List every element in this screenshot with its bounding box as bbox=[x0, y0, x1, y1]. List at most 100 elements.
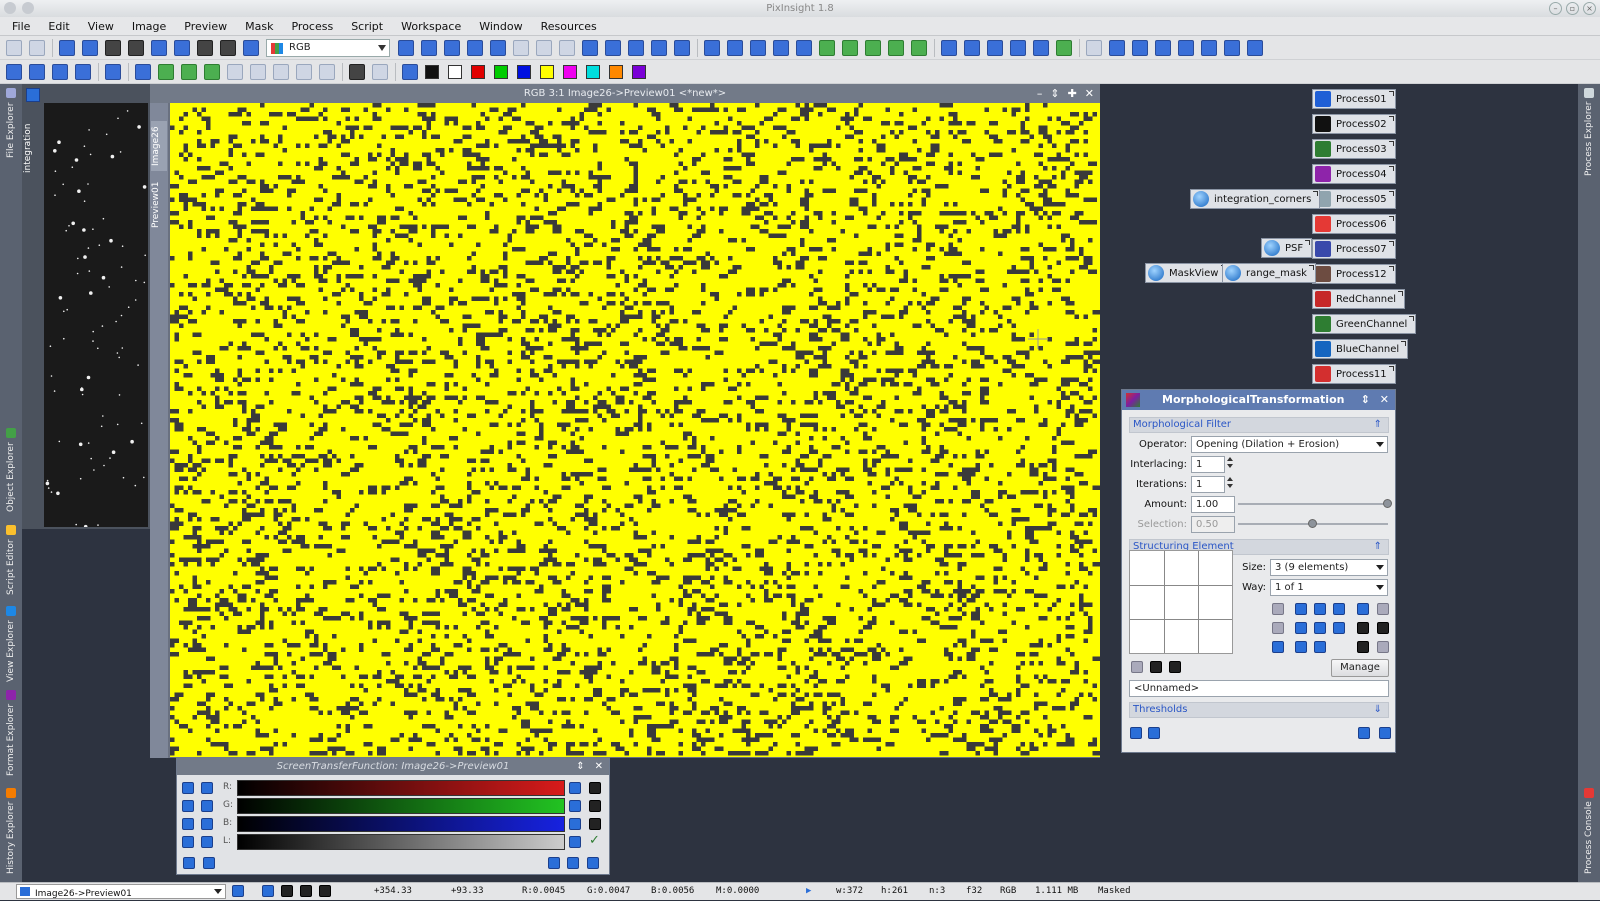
channel-combo[interactable]: RGB bbox=[266, 38, 390, 57]
tab-format-explorer[interactable]: Format Explorer bbox=[2, 688, 20, 778]
color-orange-button[interactable] bbox=[609, 64, 623, 79]
se-reflect-icon[interactable] bbox=[1377, 641, 1389, 653]
process-icon-greenchannel[interactable]: GreenChannel bbox=[1312, 314, 1417, 334]
process-d-icon[interactable] bbox=[1178, 39, 1194, 56]
stf-one-icon[interactable] bbox=[182, 800, 194, 812]
import-icon[interactable] bbox=[941, 39, 957, 56]
stf-reset-all-icon[interactable] bbox=[587, 857, 599, 869]
se-clear-icon[interactable] bbox=[1272, 603, 1284, 615]
workspace-5-icon[interactable] bbox=[911, 39, 927, 56]
zoom-out-icon[interactable] bbox=[605, 39, 621, 56]
process-icon-bluechannel[interactable]: BlueChannel bbox=[1312, 339, 1409, 359]
way-select[interactable]: 1 of 1 bbox=[1270, 579, 1388, 596]
process-a-icon[interactable] bbox=[1109, 39, 1125, 56]
mask-invert-icon[interactable] bbox=[220, 39, 236, 56]
manage-button[interactable]: Manage bbox=[1331, 659, 1389, 677]
zoom-1-1-icon[interactable] bbox=[628, 39, 644, 56]
view-properties-icon[interactable] bbox=[232, 885, 244, 897]
apply-global-icon[interactable] bbox=[1148, 727, 1160, 739]
collapse-icon[interactable]: ⇑ bbox=[1374, 418, 1382, 432]
workspace-3-icon[interactable] bbox=[865, 39, 881, 56]
share-icon[interactable] bbox=[987, 39, 1003, 56]
wavelet-icon[interactable] bbox=[135, 63, 151, 80]
tab-process-explorer[interactable]: Process Explorer bbox=[1580, 86, 1598, 178]
rotate-270-icon[interactable] bbox=[273, 63, 289, 80]
se-set-all-icon[interactable] bbox=[1295, 603, 1307, 615]
stf-reset-icon[interactable] bbox=[589, 800, 601, 812]
stf-track-icon[interactable] bbox=[567, 857, 579, 869]
grayscale-icon[interactable] bbox=[128, 39, 144, 56]
fullscreen-icon[interactable] bbox=[1033, 39, 1049, 56]
undo-icon[interactable] bbox=[6, 39, 22, 56]
maximize-icon[interactable]: ✚ bbox=[1068, 84, 1077, 103]
grid-icon[interactable] bbox=[75, 63, 91, 80]
shade-icon[interactable]: ⇕ bbox=[1050, 84, 1059, 103]
script-icon-maskview[interactable]: MaskView bbox=[1145, 263, 1228, 283]
stf-plus-icon[interactable] bbox=[201, 800, 213, 812]
menu-view[interactable]: View bbox=[82, 20, 120, 33]
section-thresholds[interactable]: Thresholds ⇓ bbox=[1129, 702, 1389, 718]
color-yellow-button[interactable] bbox=[540, 64, 554, 79]
tab-process-console[interactable]: Process Console bbox=[1580, 784, 1598, 878]
stf-auto-icon[interactable] bbox=[569, 800, 581, 812]
tab-object-explorer[interactable]: Object Explorer bbox=[2, 424, 20, 516]
stf-up-icon[interactable] bbox=[201, 782, 213, 794]
transform-icon[interactable] bbox=[105, 63, 121, 80]
readout-mode-icon[interactable] bbox=[398, 39, 414, 56]
view-selector[interactable]: Image26->Preview01 bbox=[16, 884, 226, 899]
gray-icon[interactable] bbox=[372, 63, 388, 80]
menu-resources[interactable]: Resources bbox=[535, 20, 603, 33]
stf-window[interactable]: ScreenTransferFunction: Image26->Preview… bbox=[176, 757, 610, 875]
stf-grid-icon[interactable] bbox=[182, 836, 194, 848]
script-icon-range-mask[interactable]: range_mask bbox=[1222, 263, 1316, 283]
display-mode-1-icon[interactable] bbox=[262, 885, 274, 897]
color-violet-button[interactable] bbox=[632, 64, 646, 79]
pan-mode-icon[interactable] bbox=[421, 39, 437, 56]
interlacing-spinner[interactable] bbox=[1225, 456, 1235, 473]
process-icon-process02[interactable]: Process02 bbox=[1312, 114, 1396, 134]
stf-new-instance-icon[interactable] bbox=[183, 857, 195, 869]
zoom-out-mode-icon[interactable] bbox=[467, 39, 483, 56]
flip-icon[interactable] bbox=[6, 63, 22, 80]
tile-icon[interactable] bbox=[727, 39, 743, 56]
tab-file-explorer[interactable]: File Explorer bbox=[2, 86, 20, 160]
collapse-icon[interactable]: ⇑ bbox=[1374, 540, 1382, 554]
se-rotate-icon[interactable] bbox=[1357, 641, 1369, 653]
reset-icon[interactable] bbox=[1379, 727, 1391, 739]
process-icon-redchannel[interactable]: RedChannel bbox=[1312, 289, 1406, 309]
export-icon[interactable] bbox=[964, 39, 980, 56]
mask-green-c-icon[interactable] bbox=[204, 63, 220, 80]
process-icon-process05[interactable]: Process05 bbox=[1312, 189, 1396, 209]
image-window-titlebar[interactable]: RGB 3:1 Image26->Preview01 <*new*> – ⇕ ✚… bbox=[150, 84, 1100, 103]
close-icon[interactable]: ✕ bbox=[1085, 84, 1094, 103]
window-a-icon[interactable] bbox=[773, 39, 789, 56]
process-b-icon[interactable] bbox=[1132, 39, 1148, 56]
tab-view-explorer[interactable]: View Explorer bbox=[2, 604, 20, 684]
new-preview-icon[interactable] bbox=[513, 39, 529, 56]
process-g-icon[interactable] bbox=[1247, 39, 1263, 56]
cascade-icon[interactable] bbox=[750, 39, 766, 56]
stf-apply-global-icon[interactable] bbox=[203, 857, 215, 869]
mask-green-a-icon[interactable] bbox=[158, 63, 174, 80]
close-icon[interactable]: ✕ bbox=[595, 758, 603, 775]
se-one-icon[interactable] bbox=[1357, 622, 1369, 634]
tab-preview01[interactable]: Preview01 bbox=[151, 177, 167, 233]
se-invert-icon[interactable] bbox=[1272, 622, 1284, 634]
tab-integration[interactable]: integration bbox=[23, 118, 39, 178]
workspace-1-icon[interactable] bbox=[819, 39, 835, 56]
image-canvas[interactable] bbox=[170, 103, 1102, 757]
process-f-icon[interactable] bbox=[1224, 39, 1240, 56]
se-copy-icon[interactable] bbox=[1357, 603, 1369, 615]
pointer-icon[interactable] bbox=[559, 39, 575, 56]
fit-view-icon[interactable] bbox=[704, 39, 720, 56]
process-icon-process04[interactable]: Process04 bbox=[1312, 164, 1396, 184]
display-mode-4-icon[interactable] bbox=[319, 885, 331, 897]
iterations-spinner[interactable] bbox=[1225, 476, 1235, 493]
selection-field[interactable]: 0.50 bbox=[1191, 516, 1235, 533]
mask-enable-icon[interactable] bbox=[243, 39, 259, 56]
process-icon-process12[interactable]: Process12 bbox=[1312, 264, 1396, 284]
iterations-field[interactable]: 1 bbox=[1191, 476, 1225, 493]
structuring-element-grid[interactable] bbox=[1129, 550, 1233, 654]
stf-titlebar[interactable]: ScreenTransferFunction: Image26->Preview… bbox=[177, 758, 609, 775]
bars-icon[interactable] bbox=[1086, 39, 1102, 56]
